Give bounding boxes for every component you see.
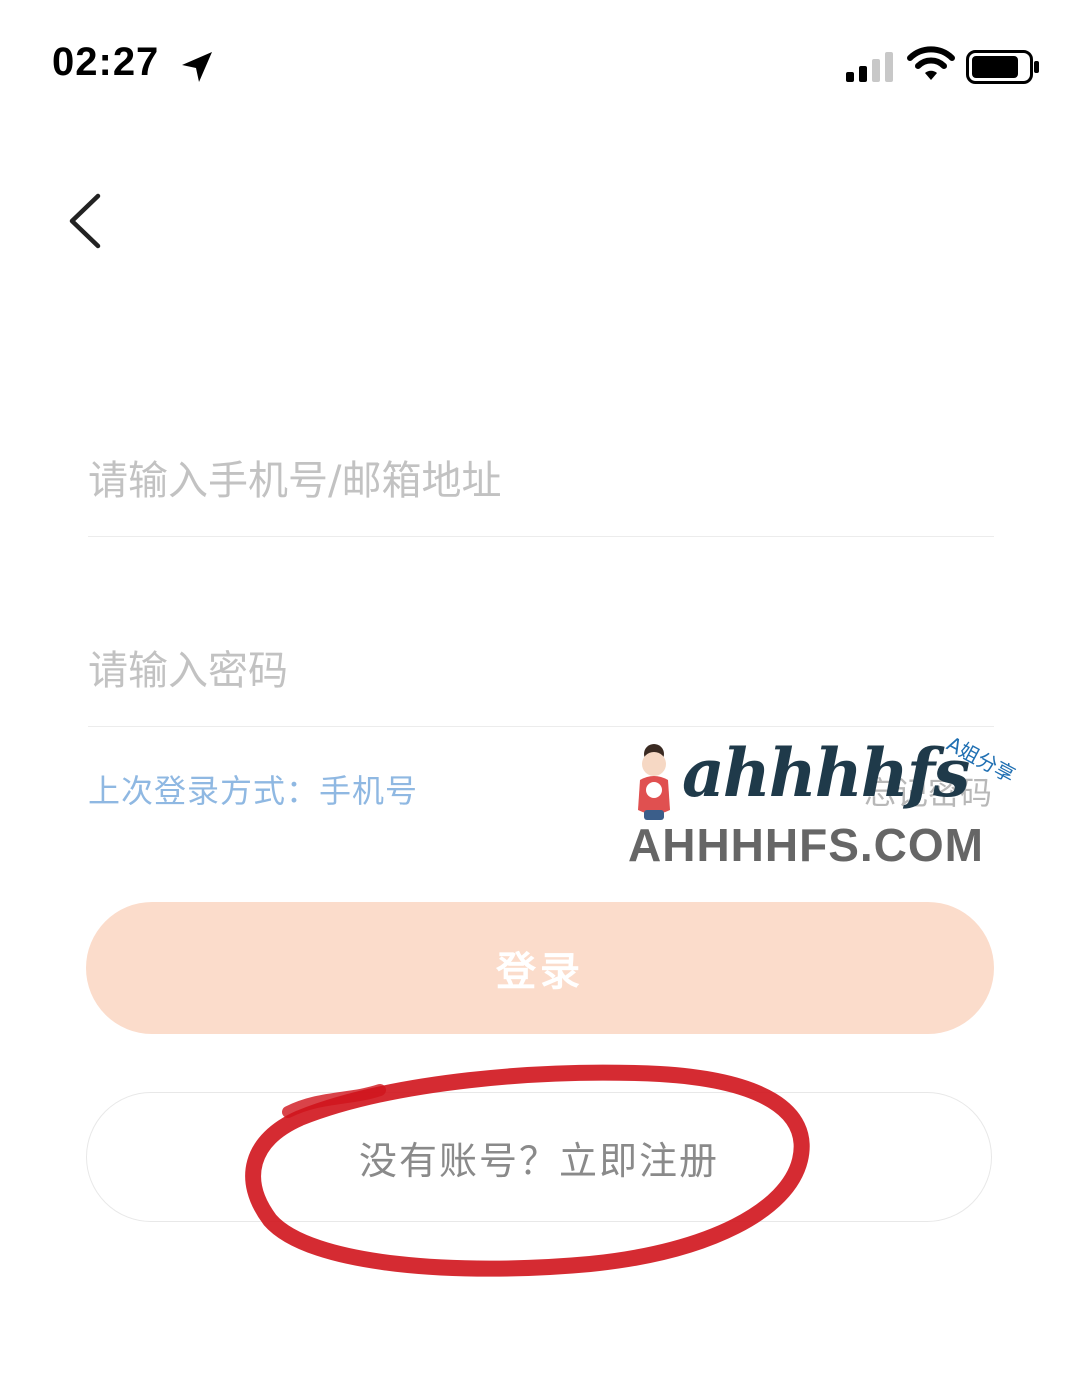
mascot-logo-icon (638, 744, 670, 820)
location-arrow-icon (182, 52, 212, 82)
status-bar: 02:27 (0, 0, 1080, 130)
phone-email-field[interactable] (88, 426, 994, 537)
last-login-method: 上次登录方式：手机号 (88, 772, 419, 810)
register-button-label: 没有账号？立即注册 (358, 1140, 719, 1183)
register-button[interactable]: 没有账号？立即注册 (86, 1092, 992, 1222)
watermark-domain-text: AHHHHFS.COM (628, 819, 984, 871)
battery-icon (966, 50, 1039, 84)
phone-email-input[interactable] (88, 426, 994, 536)
password-field[interactable] (88, 616, 994, 727)
login-button-label: 登录 (496, 950, 584, 994)
signal-bars-icon (846, 52, 893, 82)
back-chevron-icon[interactable] (58, 186, 118, 256)
status-time: 02:27 (52, 40, 160, 84)
password-input[interactable] (88, 616, 994, 726)
login-button[interactable]: 登录 (86, 902, 994, 1034)
wifi-icon (907, 46, 955, 80)
forgot-password-link[interactable]: 忘记密码 (864, 768, 992, 814)
